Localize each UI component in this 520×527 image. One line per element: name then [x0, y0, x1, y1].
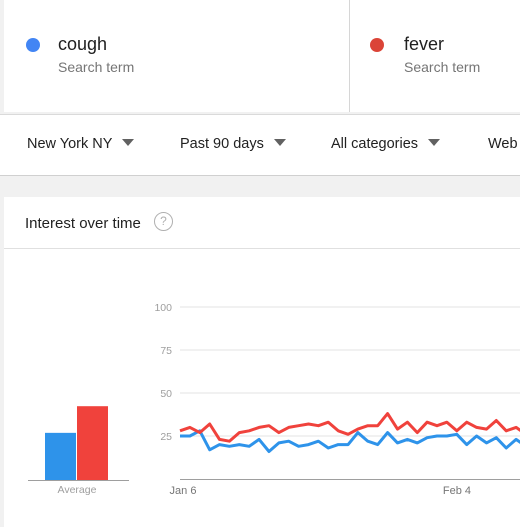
y-tick-label: 100	[154, 302, 172, 314]
filter-bar: New York NY Past 90 days All categories …	[0, 114, 520, 176]
average-bar-fever	[77, 406, 108, 480]
term-card-fever[interactable]: fever Search term	[350, 0, 520, 112]
caret-down-icon	[428, 139, 441, 146]
caret-down-icon	[273, 139, 286, 146]
interest-chart: Average 25 50 75 100 Jan 6 Feb 4	[28, 302, 520, 497]
location-label: New York NY	[27, 136, 113, 152]
y-tick-label: 50	[160, 388, 172, 400]
search-type-label: Web s	[488, 136, 520, 152]
period-label: Past 90 days	[180, 136, 264, 152]
y-tick-label: 75	[160, 345, 172, 357]
category-dropdown[interactable]: All categories	[331, 136, 441, 152]
fever-color-dot	[370, 38, 384, 52]
term-name: cough	[58, 34, 108, 54]
caret-down-icon	[122, 139, 135, 146]
search-type-dropdown[interactable]: Web s	[488, 136, 520, 152]
cough-color-dot	[26, 38, 40, 52]
average-bar-cough	[45, 432, 76, 480]
term-card-cough[interactable]: cough Search term	[4, 0, 350, 112]
location-dropdown[interactable]: New York NY	[27, 136, 135, 152]
term-name: fever	[404, 34, 445, 54]
interest-over-time-card: Interest over time ? Average 25 50 75 100 Jan…	[4, 197, 520, 527]
y-tick-label: 25	[160, 431, 172, 443]
average-axis-label: Average	[58, 484, 97, 496]
term-subtitle: Search term	[58, 59, 135, 75]
x-tick-label: Feb 4	[443, 485, 471, 497]
term-subtitle: Search term	[404, 59, 481, 75]
period-dropdown[interactable]: Past 90 days	[180, 136, 286, 152]
x-tick-label: Jan 6	[170, 485, 197, 497]
search-terms: cough Search term fever Search term	[0, 0, 520, 114]
category-label: All categories	[331, 136, 419, 152]
series-line-fever	[179, 412, 520, 443]
